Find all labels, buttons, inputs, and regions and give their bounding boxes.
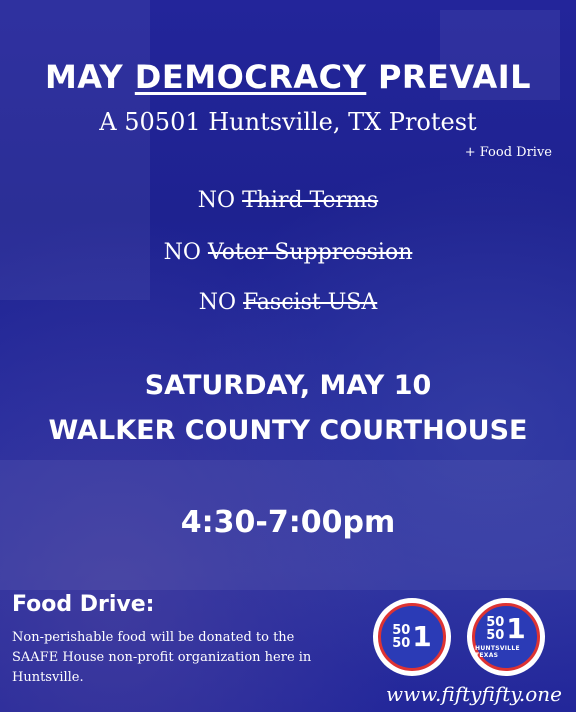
no-item-text: Fascist USA: [243, 290, 378, 315]
protest-poster: MAY DEMOCRACY PREVAIL A 50501 Huntsville…: [0, 0, 576, 712]
no-item-text: Third Terms: [242, 188, 379, 213]
50501-huntsville-logo-badge: 50 50 1 HUNTSVILLE TEXAS: [472, 603, 540, 671]
food-drive-description: Non-perishable food will be donated to t…: [12, 630, 312, 685]
title-part-2: DEMOCRACY: [134, 58, 367, 96]
logo-caption: HUNTSVILLE TEXAS: [475, 645, 520, 659]
no-item-text: Voter Suppression: [207, 240, 413, 265]
no-item: NO Voter Suppression: [0, 240, 576, 265]
event-date: SATURDAY, MAY 10: [144, 370, 432, 401]
food-drive-tag: + Food Drive: [464, 145, 552, 160]
title-part-3: PREVAIL: [366, 58, 532, 96]
poster-subtitle: A 50501 Huntsville, TX Protest: [99, 108, 477, 136]
logo-big-number: 1: [412, 620, 432, 653]
50501-logo-badge: 50 50 1: [378, 603, 446, 671]
no-item-prefix: NO: [198, 290, 244, 315]
no-item-prefix: NO: [197, 188, 243, 213]
50501-logo: 50 50 1: [373, 598, 451, 676]
title-part-1: MAY: [44, 58, 135, 96]
logo-bottom-number: 50: [486, 628, 505, 643]
no-item: NO Fascist USA: [0, 290, 576, 315]
logo-bottom-number: 50: [392, 636, 411, 651]
event-time: 4:30-7:00pm: [180, 505, 396, 540]
food-drive-heading: Food Drive:: [12, 592, 155, 617]
no-item: NO Third Terms: [0, 188, 576, 213]
no-item-prefix: NO: [163, 240, 208, 265]
logo-big-number: 1: [506, 612, 526, 645]
event-location: WALKER COUNTY COURTHOUSE: [48, 415, 528, 446]
50501-huntsville-logo: 50 50 1 HUNTSVILLE TEXAS: [467, 598, 545, 676]
website-link[interactable]: www.fiftyfifty.one: [386, 682, 562, 706]
poster-title: MAY DEMOCRACY PREVAIL: [0, 58, 576, 96]
